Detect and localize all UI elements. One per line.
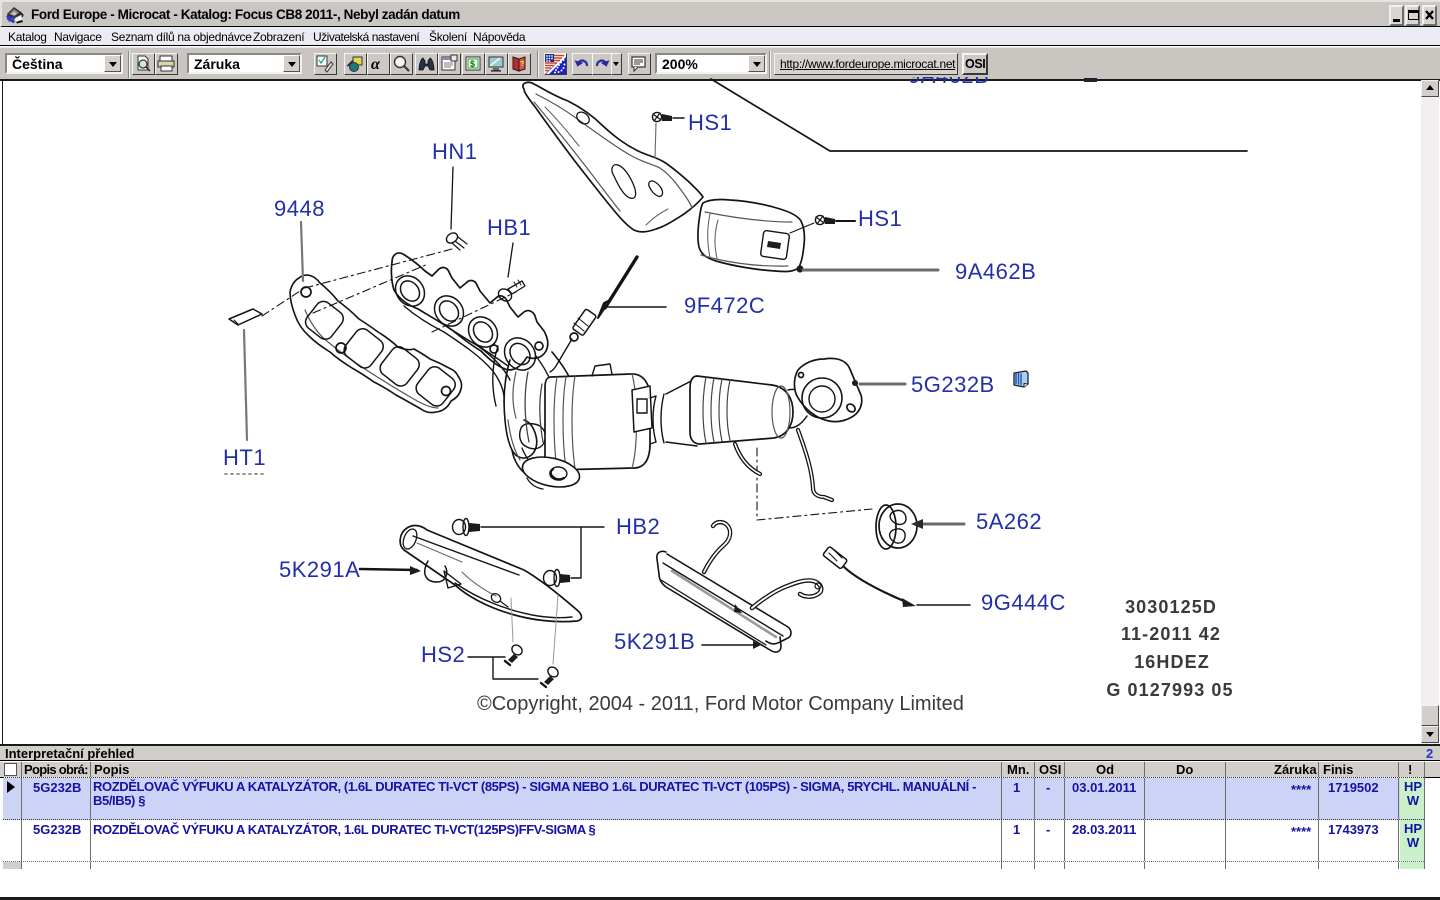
svg-text:5A262: 5A262 — [976, 509, 1042, 534]
svg-text:©Copyright, 2004 - 2011, Ford: ©Copyright, 2004 - 2011, Ford Motor Comp… — [477, 693, 964, 715]
svg-text:HS1: HS1 — [688, 110, 732, 135]
svg-text:α: α — [371, 56, 381, 73]
svg-text:11-2011 42: 11-2011 42 — [1121, 624, 1221, 644]
svg-text:5K291A: 5K291A — [279, 557, 360, 582]
svg-text:HN1: HN1 — [432, 139, 478, 164]
svg-text:5K291B: 5K291B — [614, 629, 695, 654]
svg-text:$: $ — [470, 59, 475, 69]
svg-text:HS1: HS1 — [858, 206, 902, 231]
svg-text:G 0127993 05: G 0127993 05 — [1106, 680, 1233, 700]
svg-text:HB2: HB2 — [616, 514, 660, 539]
svg-text:9F472C: 9F472C — [684, 293, 765, 318]
svg-text:9A462B: 9A462B — [955, 259, 1036, 284]
svg-text:16HDEZ: 16HDEZ — [1134, 652, 1210, 672]
svg-text:5G232B: 5G232B — [911, 372, 995, 397]
svg-text:HS2: HS2 — [421, 642, 465, 667]
svg-text:HT1: HT1 — [223, 445, 266, 470]
svg-text:9448: 9448 — [274, 196, 325, 221]
svg-text:HB1: HB1 — [487, 215, 531, 240]
svg-text:3030125D: 3030125D — [1125, 597, 1217, 617]
svg-text:M: M — [8, 15, 15, 24]
svg-text:9A462B: 9A462B — [908, 77, 989, 88]
svg-text:?: ? — [520, 61, 524, 68]
svg-text:9G444C: 9G444C — [981, 590, 1066, 615]
